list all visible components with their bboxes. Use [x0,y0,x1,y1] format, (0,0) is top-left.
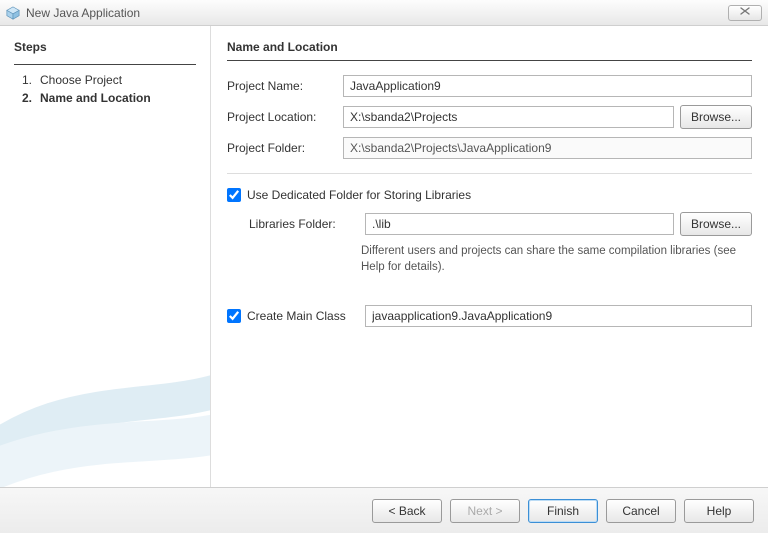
finish-button[interactable]: Finish [528,499,598,523]
window-title: New Java Application [26,6,140,20]
libraries-folder-label: Libraries Folder: [249,217,359,231]
row-project-folder: Project Folder: [227,137,752,159]
project-folder-label: Project Folder: [227,141,337,155]
libraries-folder-input[interactable] [365,213,674,235]
step-label: Name and Location [40,91,151,105]
project-location-input[interactable] [343,106,674,128]
step-number: 2. [18,91,32,105]
row-project-location: Project Location: Browse... [227,105,752,129]
row-libraries-folder: Libraries Folder: Browse... [227,212,752,236]
main-panel: Name and Location Project Name: Project … [210,26,768,487]
app-cube-icon [6,6,20,20]
back-button[interactable]: < Back [372,499,442,523]
create-main-label: Create Main Class [247,309,359,323]
main-divider [227,60,752,61]
steps-list: 1. Choose Project 2. Name and Location [14,73,196,105]
dedicated-folder-checkbox[interactable] [227,188,241,202]
step-item-name-location: 2. Name and Location [18,91,196,105]
cancel-button[interactable]: Cancel [606,499,676,523]
step-item-choose-project: 1. Choose Project [18,73,196,87]
libraries-hint: Different users and projects can share t… [227,244,752,275]
project-name-input[interactable] [343,75,752,97]
main-heading: Name and Location [227,40,752,54]
content-area: Steps 1. Choose Project 2. Name and Loca… [0,26,768,487]
row-create-main: Create Main Class [227,305,752,327]
close-button[interactable] [728,5,762,21]
next-button: Next > [450,499,520,523]
row-project-name: Project Name: [227,75,752,97]
step-number: 1. [18,73,32,87]
section-separator [227,173,752,174]
titlebar-left: New Java Application [6,6,140,20]
create-main-input[interactable] [365,305,752,327]
project-folder-input [343,137,752,159]
close-icon [739,6,751,19]
browse-libraries-button[interactable]: Browse... [680,212,752,236]
dedicated-folder-label: Use Dedicated Folder for Storing Librari… [247,188,471,202]
decor-swoosh [0,297,210,487]
titlebar: New Java Application [0,0,768,26]
help-button[interactable]: Help [684,499,754,523]
row-dedicated-folder: Use Dedicated Folder for Storing Librari… [227,188,752,202]
browse-location-button[interactable]: Browse... [680,105,752,129]
step-label: Choose Project [40,73,122,87]
sidebar-divider [14,64,196,65]
project-name-label: Project Name: [227,79,337,93]
steps-heading: Steps [14,40,196,54]
footer-button-bar: < Back Next > Finish Cancel Help [0,487,768,533]
project-location-label: Project Location: [227,110,337,124]
steps-sidebar: Steps 1. Choose Project 2. Name and Loca… [0,26,210,487]
create-main-checkbox[interactable] [227,309,241,323]
